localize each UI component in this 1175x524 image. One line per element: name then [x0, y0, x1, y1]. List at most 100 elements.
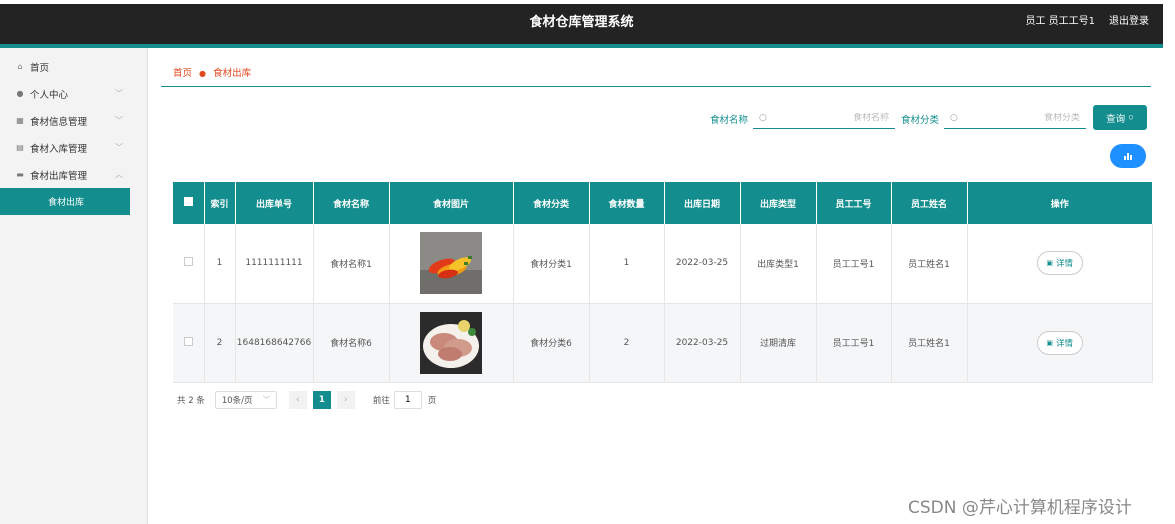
page-size-value: 10条/页	[221, 395, 253, 406]
breadcrumb-divider	[161, 86, 1151, 87]
cell-category: 食材分类6	[513, 303, 590, 383]
breadcrumb-home[interactable]: 首页	[173, 68, 192, 79]
column-header: 出库类型	[740, 182, 817, 224]
cell-index: 2	[204, 303, 236, 383]
page-unit-label: 页	[427, 395, 437, 406]
chevron-down-icon: ﹀	[115, 143, 123, 152]
cell-food-name: 食材名称6	[313, 303, 390, 383]
cell-date: 2022-03-25	[664, 224, 741, 304]
document-icon: ▣	[1046, 259, 1054, 268]
row-checkbox[interactable]	[183, 257, 193, 267]
column-header: 索引	[204, 182, 236, 224]
table-row[interactable]: 2 1648168642766 食材名称6 食材分类6 2 2022-03-25…	[173, 303, 1153, 383]
search-icon: ○	[950, 112, 958, 123]
cell-actions: ▣ 详情	[967, 303, 1153, 383]
search-icon: ○	[759, 112, 767, 123]
breadcrumb-separator-icon: ●	[199, 69, 207, 78]
sidebar-item-label: 食材出库管理	[30, 170, 88, 182]
next-page-button[interactable]: ›	[336, 390, 355, 409]
sidebar-item-label: 首页	[30, 62, 50, 74]
sidebar-item-food-info[interactable]: ▦ 食材信息管理 ﹀	[0, 107, 147, 134]
breadcrumb: 首页 ● 食材出库	[173, 65, 251, 79]
detail-button-label: 详情	[1056, 338, 1074, 349]
sidebar-item-label: 个人中心	[30, 89, 69, 101]
cell-employee-no: 员工工号1	[816, 303, 892, 383]
row-select-cell[interactable]	[173, 303, 205, 383]
bar-chart-icon	[1124, 152, 1132, 160]
cell-food-image	[389, 224, 514, 304]
detail-button-label: 详情	[1056, 259, 1074, 270]
row-select-cell[interactable]	[173, 224, 205, 304]
query-button-label: 查询	[1106, 113, 1126, 125]
detail-button[interactable]: ▣ 详情	[1036, 330, 1083, 355]
chart-button[interactable]	[1110, 144, 1146, 168]
clipboard-icon: ▤	[16, 143, 24, 152]
logout-button[interactable]: 退出登录	[1109, 12, 1149, 27]
cell-quantity: 1	[589, 224, 665, 304]
breadcrumb-current: 食材出库	[213, 68, 252, 79]
table-row[interactable]: 1 1111111111 食材名称1 食材分类1 1 2022-03-25 出库…	[173, 224, 1153, 304]
sidebar-item-home[interactable]: ⌂ 首页	[0, 53, 147, 80]
column-header: 出库单号	[235, 182, 314, 224]
cell-type: 出库类型1	[740, 224, 817, 304]
cell-actions: ▣ 详情	[967, 224, 1153, 304]
search-name-field[interactable]: ○	[753, 107, 895, 129]
page-button-current[interactable]: 1	[312, 390, 331, 409]
row-checkbox[interactable]	[183, 336, 193, 346]
sidebar: ⌂ 首页 ● 个人中心 ﹀ ▦ 食材信息管理 ﹀ ▤ 食材入库管理 ﹀ ▬ 食材…	[0, 48, 148, 524]
app-title: 食材仓库管理系统	[529, 15, 634, 30]
column-header: 出库日期	[664, 182, 741, 224]
cell-employee-name: 员工姓名1	[891, 224, 968, 304]
search-category-input[interactable]	[957, 112, 1080, 123]
document-icon: ▣	[1046, 338, 1054, 347]
chevron-down-icon: ﹀	[115, 116, 123, 125]
pagination-total: 共 2 条	[177, 395, 205, 406]
user-icon: ●	[16, 89, 24, 98]
header-accent-strip	[0, 44, 1163, 48]
sidebar-item-label: 食材入库管理	[30, 143, 88, 155]
cell-employee-name: 员工姓名1	[891, 303, 968, 383]
cell-employee-no: 员工工号1	[816, 224, 892, 304]
window-edge	[1163, 0, 1175, 524]
search-icon: ○	[1128, 112, 1134, 123]
current-user: 员工 员工工号1	[1025, 16, 1095, 27]
cell-order-no: 1648168642766	[235, 303, 314, 383]
column-header: 操作	[967, 182, 1153, 224]
column-header: 食材名称	[313, 182, 390, 224]
cell-date: 2022-03-25	[664, 303, 741, 383]
select-all-header[interactable]	[173, 182, 205, 224]
detail-button[interactable]: ▣ 详情	[1036, 251, 1083, 276]
column-header: 食材数量	[589, 182, 665, 224]
cell-order-no: 1111111111	[235, 224, 314, 304]
sidebar-subitem-stock-out[interactable]: 食材出库	[0, 188, 130, 215]
prev-page-button[interactable]: ‹	[288, 390, 307, 409]
search-category-label: 食材分类	[901, 115, 940, 126]
search-category-field[interactable]: ○	[944, 107, 1086, 129]
stock-out-table: 索引 出库单号 食材名称 食材图片 食材分类 食材数量 出库日期 出库类型 员工…	[173, 182, 1153, 383]
page-size-select[interactable]: 10条/页 ﹀	[214, 390, 277, 409]
cell-category: 食材分类1	[513, 224, 590, 304]
sidebar-item-stock-in[interactable]: ▤ 食材入库管理 ﹀	[0, 134, 147, 161]
watermark: CSDN @芹心计算机程序设计	[908, 498, 1132, 518]
food-image-meat	[420, 311, 482, 374]
sidebar-item-personal-center[interactable]: ● 个人中心 ﹀	[0, 80, 147, 107]
search-name-label: 食材名称	[710, 115, 749, 126]
column-header: 员工工号	[816, 182, 892, 224]
query-button[interactable]: 查询 ○	[1093, 105, 1147, 130]
chevron-down-icon: ﹀	[262, 395, 270, 404]
cell-type: 过期清库	[740, 303, 817, 383]
cell-quantity: 2	[589, 303, 665, 383]
grid-icon: ▦	[16, 116, 24, 125]
cell-index: 1	[204, 224, 236, 304]
select-all-checkbox[interactable]	[183, 197, 193, 206]
table-header-row: 索引 出库单号 食材名称 食材图片 食材分类 食材数量 出库日期 出库类型 员工…	[173, 182, 1153, 224]
cell-food-image	[389, 303, 514, 383]
search-name-input[interactable]	[766, 112, 889, 123]
chevron-down-icon: ﹀	[115, 89, 123, 98]
chevron-up-icon: ︿	[115, 170, 123, 179]
sidebar-item-stock-out[interactable]: ▬ 食材出库管理 ︿	[0, 161, 147, 188]
sidebar-item-label: 食材信息管理	[30, 116, 88, 128]
top-header: 食材仓库管理系统 员工 员工工号1 退出登录	[0, 4, 1163, 44]
home-icon: ⌂	[17, 62, 23, 71]
goto-page-input[interactable]	[393, 390, 422, 409]
